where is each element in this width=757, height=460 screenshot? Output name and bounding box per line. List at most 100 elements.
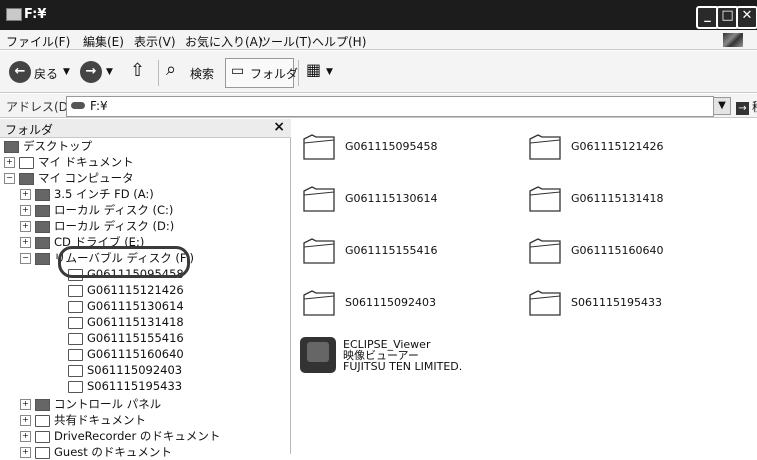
search-icon[interactable]: ⌕ [166, 59, 176, 80]
back-arrow-icon[interactable]: ← [9, 61, 31, 83]
tree-item-folder[interactable]: G061115130614 [68, 299, 184, 314]
up-folder-icon[interactable]: ⇧ [130, 60, 145, 81]
tree-item-label: S061115195433 [87, 379, 183, 393]
folder-item-label: G061115131418 [571, 192, 664, 205]
tree-item-control-panel[interactable]: + コントロール パネル [20, 397, 161, 412]
folder-item[interactable]: G061115160640 [528, 235, 664, 273]
tree-item-label: G061115130614 [87, 299, 184, 313]
menu-view[interactable]: 表示(V) [134, 33, 176, 50]
tree-item-folder[interactable]: S061115092403 [68, 363, 182, 378]
menu-file[interactable]: ファイル(F) [6, 33, 70, 50]
cd-drive-icon [35, 236, 50, 249]
tree-item-folder[interactable]: S061115195433 [68, 379, 182, 394]
folder-icon [529, 238, 561, 264]
folder-icon [68, 300, 83, 313]
tree-item-shared-documents[interactable]: + 共有ドキュメント [20, 413, 146, 428]
tree-item-guest-documents[interactable]: + Guest のドキュメント [20, 445, 172, 460]
folder-item[interactable]: S061115195433 [528, 287, 662, 325]
folder-icon [68, 284, 83, 297]
go-button[interactable]: →移動 [736, 98, 757, 115]
desktop-icon [4, 140, 19, 153]
computer-icon [19, 172, 34, 185]
windows-logo-icon [723, 33, 743, 47]
search-button-label[interactable]: 検索 [190, 65, 214, 82]
expand-icon[interactable]: + [20, 399, 31, 410]
toolbar: ← 戻る ▼ → ▼ ⇧ ⌕ 検索 ▭ フォルダ ▦ ▼ [0, 51, 757, 93]
folder-item-label: S061115092403 [345, 296, 436, 309]
collapse-icon[interactable]: − [20, 253, 31, 264]
collapse-icon[interactable]: − [4, 173, 15, 184]
folder-item[interactable]: G061115130614 [302, 183, 438, 221]
menu-edit[interactable]: 編集(E) [83, 33, 124, 50]
tree-item-floppy[interactable]: +3.5 インチ FD (A:) [20, 187, 154, 202]
back-dropdown-icon[interactable]: ▼ [63, 67, 70, 77]
back-button-label[interactable]: 戻る [34, 65, 58, 82]
folder-icon [19, 156, 34, 169]
expand-icon[interactable]: + [20, 205, 31, 216]
tree-item-label: ローカル ディスク (D:) [54, 219, 175, 233]
tree-item-folder[interactable]: G061115155416 [68, 331, 184, 346]
folder-icon [303, 238, 335, 264]
tree-item-drive-c[interactable]: + ローカル ディスク (C:) [20, 203, 173, 218]
tree-item-my-documents[interactable]: + マイ ドキュメント [4, 155, 134, 170]
tree-item-label: デスクトップ [23, 139, 92, 153]
folder-item[interactable]: S061115092403 [302, 287, 436, 325]
views-dropdown-icon[interactable]: ▼ [326, 67, 333, 77]
close-pane-button[interactable]: × [273, 119, 285, 135]
tree-item-label: ローカル ディスク (C:) [54, 203, 174, 217]
address-input[interactable]: F:¥ [66, 96, 714, 117]
tree-item-my-computer[interactable]: − マイ コンピュータ [4, 171, 134, 186]
menu-favorites[interactable]: お気に入り(A) [185, 33, 263, 50]
removable-drive-icon [35, 252, 50, 265]
expand-icon[interactable]: + [20, 189, 31, 200]
tree-item-driverecorder-documents[interactable]: + DriveRecorder のドキュメント [20, 429, 220, 444]
tree-item-folder[interactable]: G061115131418 [68, 315, 184, 330]
content-pane: G061115095458 G061115121426 G06111513061… [292, 119, 757, 454]
tree-item-label: G061115160640 [87, 347, 184, 361]
toolbar-separator [298, 60, 299, 86]
address-dropdown-button[interactable]: ▼ [713, 97, 731, 115]
expand-icon[interactable]: + [20, 237, 31, 248]
highlight-circle [58, 246, 190, 278]
folder-item[interactable]: G061115095458 [302, 131, 438, 169]
menu-bar: ファイル(F) 編集(E) 表示(V) お気に入り(A) ツール(T) ヘルプ(… [0, 30, 757, 50]
folder-icon [35, 446, 50, 459]
forward-dropdown-icon[interactable]: ▼ [106, 67, 113, 77]
folders-button-label: フォルダ [250, 67, 299, 81]
expand-icon[interactable]: + [20, 221, 31, 232]
app-company: FUJITSU TEN LIMITED. [343, 360, 463, 373]
tree-item-label: マイ ドキュメント [38, 155, 134, 169]
tree-item-label: S061115092403 [87, 363, 183, 377]
views-icon[interactable]: ▦ [306, 60, 321, 79]
folder-item[interactable]: G061115121426 [528, 131, 664, 169]
floppy-drive-icon [35, 188, 50, 201]
folder-item[interactable]: G061115155416 [302, 235, 438, 273]
menu-help[interactable]: ヘルプ(H) [312, 33, 366, 50]
forward-arrow-icon[interactable]: → [80, 61, 102, 83]
expand-icon[interactable]: + [20, 431, 31, 442]
tree-item-desktop[interactable]: デスクトップ [4, 139, 92, 154]
folder-icon [68, 348, 83, 361]
folder-item-label: G061115121426 [571, 140, 664, 153]
folder-icon [68, 316, 83, 329]
folders-button[interactable]: ▭ フォルダ [225, 58, 298, 88]
address-value: F:¥ [90, 99, 108, 113]
menu-tools[interactable]: ツール(T) [259, 33, 312, 50]
window-title: F:¥ [24, 7, 47, 22]
close-button[interactable]: ✕ [736, 6, 757, 29]
tree-item-folder[interactable]: G061115121426 [68, 283, 184, 298]
go-button-label: 移動 [752, 100, 757, 114]
expand-icon[interactable]: + [4, 157, 15, 168]
folder-item-label: G061115130614 [345, 192, 438, 205]
folder-item[interactable]: G061115131418 [528, 183, 664, 221]
tree-item-drive-d[interactable]: + ローカル ディスク (D:) [20, 219, 174, 234]
folder-icon [529, 186, 561, 212]
expand-icon[interactable]: + [20, 447, 31, 458]
tree-item-label: G061115155416 [87, 331, 184, 345]
hard-drive-icon [35, 220, 50, 233]
tree-item-folder[interactable]: G061115160640 [68, 347, 184, 362]
expand-icon[interactable]: + [20, 415, 31, 426]
folder-icon [303, 186, 335, 212]
folder-pane: フォルダ × デスクトップ + マイ ドキュメント − マイ コンピュータ +3.5… [0, 119, 291, 459]
tree-item-label: Guest のドキュメント [54, 445, 172, 459]
